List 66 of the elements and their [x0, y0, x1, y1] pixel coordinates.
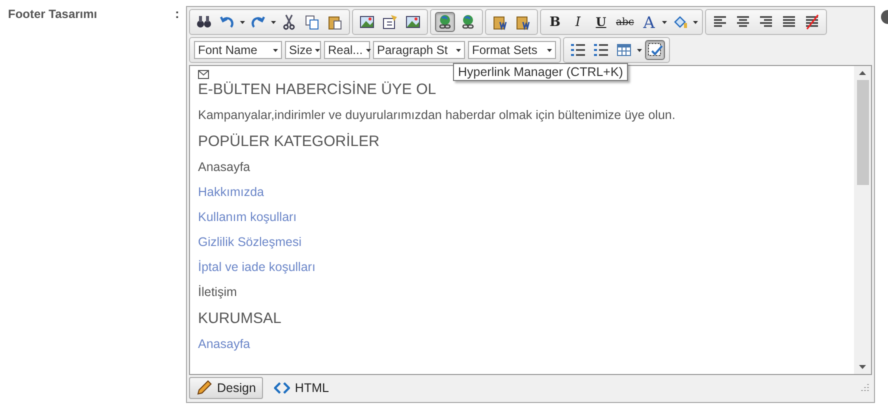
format-dropdown[interactable]: Size	[285, 41, 321, 59]
cut-icon	[281, 14, 297, 30]
format-dropdown[interactable]: Font Name	[194, 41, 282, 59]
heading-text: KURUMSAL	[198, 310, 282, 327]
heading-text: POPÜLER KATEGORİLER	[198, 133, 380, 150]
dropdown-caret-icon[interactable]	[271, 20, 276, 24]
tooltip: Hyperlink Manager (CTRL+K)	[453, 63, 628, 81]
mode-tab[interactable]: Design	[189, 377, 263, 399]
paste-word-icon	[515, 14, 531, 30]
colon: :	[175, 6, 180, 21]
link-icon	[437, 14, 453, 30]
dropdown-caret-icon[interactable]	[692, 20, 698, 24]
image-icon	[359, 14, 375, 30]
check-icon	[647, 42, 663, 58]
format-dropdown[interactable]: Paragraph St	[373, 41, 465, 59]
paragraph-text: İletişim	[198, 285, 238, 299]
dropdown-caret-icon	[547, 48, 552, 52]
dropdown-caret-icon	[456, 48, 461, 52]
fill-icon	[672, 14, 688, 30]
clear-icon	[804, 14, 820, 30]
dropdown-caret-icon[interactable]	[662, 20, 667, 24]
format-button[interactable]: B	[545, 12, 565, 32]
dropdown-caret-icon	[273, 48, 278, 52]
envelope-icon	[198, 70, 209, 79]
link-button[interactable]	[435, 12, 455, 32]
dropdown-caret-icon	[315, 48, 320, 52]
table-icon	[616, 42, 632, 58]
dropdown-caret-icon[interactable]	[240, 20, 245, 24]
bullet-list-icon	[593, 42, 609, 58]
unlink-icon	[460, 14, 476, 30]
format-dropdown[interactable]: Real...	[324, 41, 370, 59]
paragraph-text: Kampanyalar,indirimler ve duyurularımızdan haberdar olmak için bültenimize üye olun.	[198, 108, 676, 122]
redo-icon	[250, 14, 266, 30]
link[interactable]: Kullanım koşulları	[198, 210, 297, 224]
scrollbar-thumb[interactable]	[856, 80, 868, 185]
format-button[interactable]: abc	[614, 12, 636, 32]
image-map-icon	[405, 14, 421, 30]
link[interactable]: Anasayfa	[198, 337, 250, 351]
format-button[interactable]: U	[591, 12, 611, 32]
pencil-icon	[196, 380, 212, 396]
link[interactable]: İptal ve iade koşulları	[198, 260, 316, 274]
heading-text: E-BÜLTEN HABERCİSİNE ÜYE OL	[198, 81, 438, 98]
field-label: Footer Tasarımı	[8, 7, 98, 21]
scroll-up-icon[interactable]	[859, 71, 866, 75]
properties-button[interactable]	[380, 12, 400, 32]
mode-tab[interactable]: HTML	[266, 377, 336, 399]
properties-icon	[382, 14, 398, 30]
link[interactable]: Gizlilik Sözleşmesi	[198, 235, 302, 249]
scrollbar[interactable]	[854, 66, 871, 374]
undo-icon	[219, 14, 235, 30]
paragraph-text: Anasayfa	[198, 160, 252, 174]
format-button[interactable]: A	[638, 12, 659, 32]
code-icon	[274, 382, 290, 394]
resize-grip-icon[interactable]	[859, 383, 869, 393]
find-icon	[196, 14, 212, 30]
paste-word-icon	[492, 14, 508, 30]
numbered-list-icon	[570, 42, 586, 58]
scroll-down-icon[interactable]	[859, 365, 866, 369]
format-button[interactable]: I	[568, 12, 588, 32]
paste-icon	[327, 14, 343, 30]
dropdown-caret-icon	[366, 48, 371, 52]
dropdown-caret-icon[interactable]	[637, 48, 642, 52]
format-dropdown[interactable]: Format Sets	[468, 41, 556, 59]
copy-icon	[304, 14, 320, 30]
link[interactable]: Hakkımızda	[198, 185, 264, 199]
check-button[interactable]	[645, 40, 665, 60]
